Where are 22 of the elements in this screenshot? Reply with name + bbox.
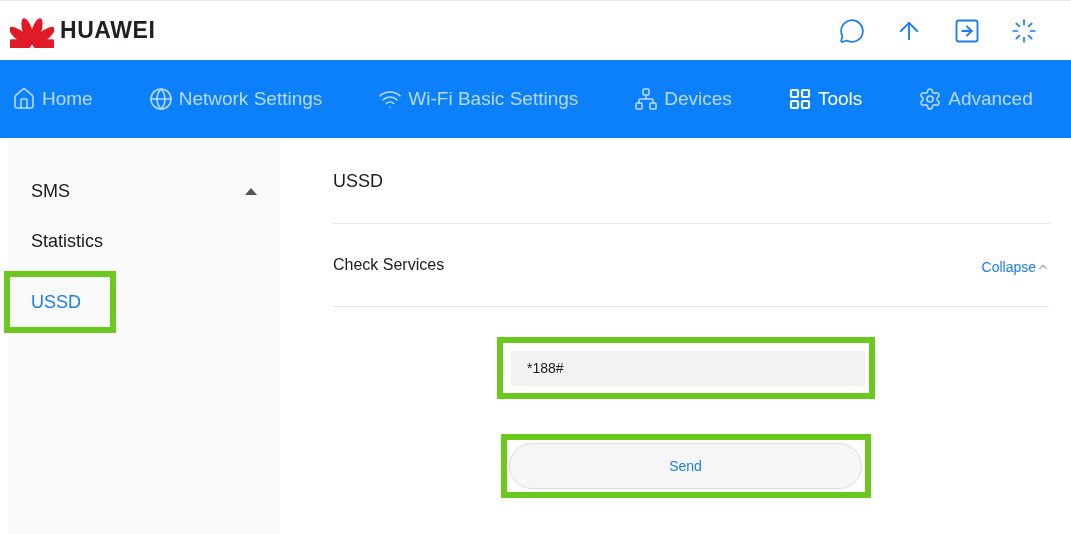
nav-tab[interactable]: Wi-Fi Basic Settings bbox=[378, 84, 579, 114]
nav-tab[interactable]: Home bbox=[12, 84, 93, 114]
nav-tab[interactable]: Devices bbox=[634, 84, 732, 114]
home-icon bbox=[12, 87, 36, 111]
nav-tab[interactable]: Network Settings bbox=[148, 84, 323, 114]
ussd-input-field[interactable]: *188# bbox=[511, 350, 865, 386]
collapse-link[interactable]: Collapse bbox=[981, 256, 1050, 278]
page-title: USSD bbox=[333, 170, 383, 193]
section-title: Check Services bbox=[333, 255, 445, 275]
grid-icon bbox=[787, 87, 812, 111]
settings-icon bbox=[918, 87, 943, 111]
sidebar-item[interactable]: SMS bbox=[8, 177, 280, 205]
message-icon[interactable] bbox=[839, 17, 865, 44]
network-icon bbox=[634, 87, 659, 111]
nav-tab[interactable]: Advanced bbox=[918, 84, 1033, 114]
brand-name: HUAWEI bbox=[60, 16, 156, 46]
sidebar-item[interactable]: USSD bbox=[10, 288, 110, 316]
send-button[interactable]: Send bbox=[509, 443, 862, 489]
globe-icon bbox=[148, 87, 173, 111]
sidebar-item[interactable]: Statistics bbox=[8, 227, 280, 255]
nav-tab[interactable]: Tools bbox=[787, 84, 863, 114]
spinner-icon[interactable] bbox=[1011, 17, 1037, 44]
